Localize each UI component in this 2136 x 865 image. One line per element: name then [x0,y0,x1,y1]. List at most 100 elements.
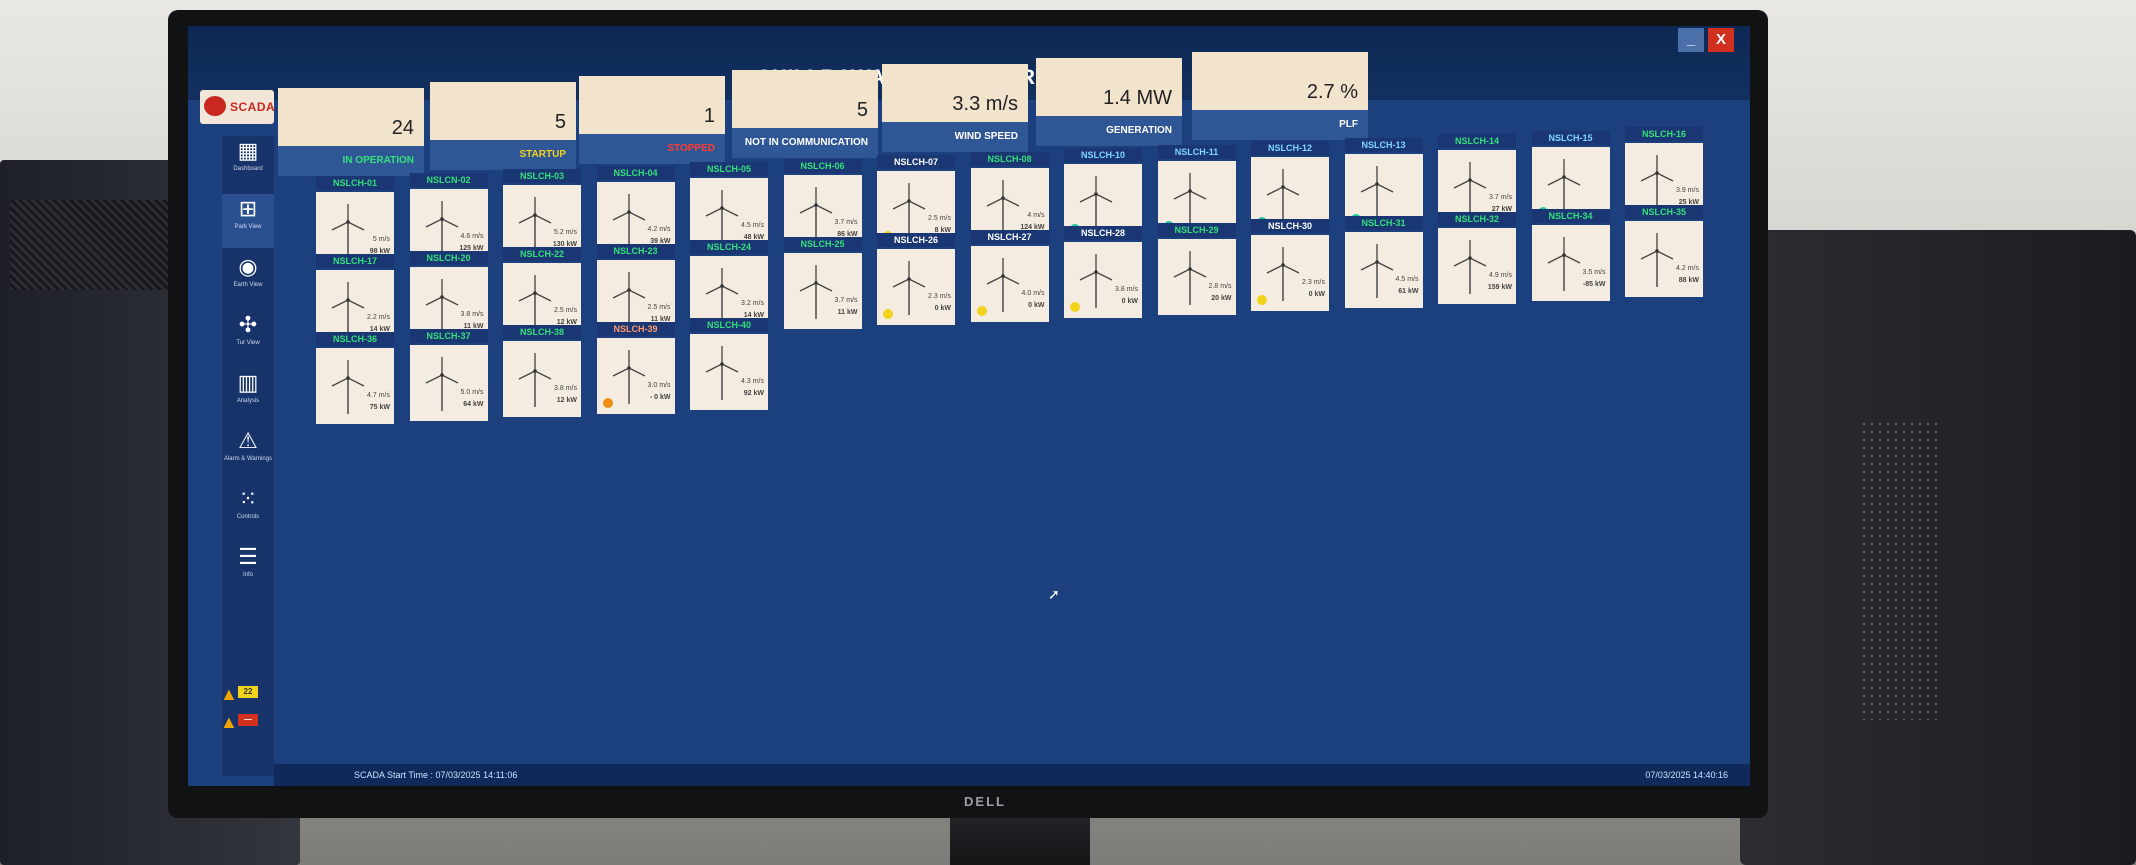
turbine-tile-nslch-26[interactable]: NSLCH-26 2.3 m/s 0 kW [877,233,955,325]
sidebar-item-label: Alarm & Warnings [223,456,273,462]
turbine-body: 2.8 m/s 20 kW [1157,238,1236,315]
sidebar-item-park-view[interactable]: ⊞ Park View [222,194,274,248]
logo-mark-icon [204,96,226,116]
turbine-tile-nslch-35[interactable]: NSLCH-35 4.2 m/s 88 kW [1625,205,1703,297]
summary-value-box: 3.3 m/s [882,64,1028,122]
turbine-wind-speed: 5.0 m/s [460,388,484,396]
turbine-status-dot [1070,302,1080,312]
wind-turbine-icon [1544,235,1584,291]
wind-turbine-icon [1450,238,1490,294]
turbine-tile-nslch-37[interactable]: NSLCH-37 5.0 m/s 64 kW [409,328,488,421]
summary-label: GENERATION [1036,116,1182,146]
wind-turbine-icon [889,181,929,237]
wind-turbine-icon [983,178,1023,234]
turbine-name: NSLCH-12 [1251,141,1329,155]
turbine-name: NSLCH-25 [783,236,862,251]
turbine-power: 64 kW [463,400,484,408]
alarm-warning-icon[interactable]: ▲ [220,684,238,705]
turbine-tile-nslch-34[interactable]: NSLCH-34 3.5 m/s -85 kW [1531,208,1610,301]
turbine-wind-speed: 3.7 m/s [1489,194,1512,201]
sidebar-item-tur-view[interactable]: ✣ Tur View [222,310,274,364]
turbine-name: NSLCH-16 [1625,127,1703,141]
turbine-name: NSLCH-15 [1531,130,1610,145]
turbine-tile-nslch-36[interactable]: NSLCH-36 4.7 m/s 75 kW [316,332,394,424]
right-pc-case [1740,230,2136,865]
turbine-power: 88 kW [1678,277,1699,284]
turbine-name: NSLCN-02 [409,172,488,187]
close-button[interactable]: X [1708,28,1734,52]
turbine-tile-nslch-27[interactable]: NSLCH-27 4.0 m/s 0 kW [970,229,1049,322]
wind-turbine-icon [702,344,742,400]
turbine-name: NSLCH-11 [1157,144,1236,159]
turbine-body: 3.8 m/s 0 kW [1064,242,1142,318]
sidebar-item-label: Info [242,572,253,578]
scada-start-time: SCADA Start Time : 07/03/2025 14:11:06 [354,770,518,780]
turbine-name: NSLCH-20 [409,250,488,265]
summary-card-stopped: 1 STOPPED [579,76,725,176]
turbine-status-dot [1257,295,1267,305]
turbine-name: NSLCH-39 [596,321,675,336]
turbine-power: 12 kW [556,397,577,404]
wind-turbine-icon [1076,174,1116,230]
turbine-name: NSLCH-08 [970,151,1049,166]
turbine-power: 0 kW [1121,298,1138,305]
sidebar-item-analysis[interactable]: ▥ Analysis [222,368,274,422]
turbine-wind-speed: 3.8 m/s [1115,286,1138,293]
turbine-tile-nslch-29[interactable]: NSLCH-29 2.8 m/s 20 kW [1157,222,1236,315]
wind-turbine-icon [1263,167,1303,223]
wind-turbine-icon [796,263,836,319]
sidebar-item-info[interactable]: ☰ Info [222,542,274,596]
turbine-tile-nslch-25[interactable]: NSLCH-25 3.7 m/s 11 kW [783,236,862,329]
turbine-name: NSLCH-22 [503,247,581,261]
minimize-button[interactable]: _ [1678,28,1704,52]
status-bar: SCADA Start Time : 07/03/2025 14:11:06 0… [274,764,1750,786]
wind-turbine-icon [609,270,649,326]
turbine-name: NSLCH-37 [409,328,488,343]
turbine-wind-speed: 3.7 m/s [834,296,858,304]
turbine-body: 4.2 m/s 88 kW [1625,221,1703,297]
turbine-body: 4.0 m/s 0 kW [970,245,1049,322]
turbine-tile-nslch-32[interactable]: NSLCH-32 4.9 m/s 159 kW [1438,212,1516,304]
sidebar-item-earth-view[interactable]: ◉ Earth View [222,252,274,306]
sidebar-item-alarm-warnings[interactable]: ⚠ Alarm & Warnings [222,426,274,480]
summary-value-box: 5 [732,70,878,128]
turbine-wind-speed: 4.0 m/s [1021,289,1045,297]
turbine-power: 92 kW [743,390,764,397]
wind-turbine-icon [515,195,555,251]
turbine-name: NSLCH-31 [1344,215,1423,230]
turbine-name: NSLCH-40 [690,318,768,332]
alarm-warning-icon[interactable]: ▲ [220,712,238,733]
wind-turbine-icon [1637,231,1677,287]
summary-label: IN OPERATION [278,146,424,176]
turbine-tile-nslch-31[interactable]: NSLCH-31 4.5 m/s 61 kW [1344,215,1423,308]
menu-icon: ☰ [238,544,258,569]
current-datetime: 07/03/2025 14:40:16 [1645,770,1728,780]
turbine-tile-nslch-40[interactable]: NSLCH-40 4.3 m/s 92 kW [690,318,768,410]
turbine-tile-nslch-38[interactable]: NSLCH-38 3.8 m/s 12 kW [503,325,581,417]
monitor-brand: DELL [964,794,1006,809]
wind-turbine-icon [796,185,836,241]
keypad-icon: ⁙ [238,486,258,511]
turbine-tile-nslch-39[interactable]: NSLCH-39 3.0 m/s - 0 kW [596,321,675,414]
sidebar-item-label: Earth View [233,282,263,288]
turbine-tile-nslch-30[interactable]: NSLCH-30 2.3 m/s 0 kW [1251,219,1329,311]
turbine-power: 0 kW [934,305,951,312]
summary-value: 1.4 MW [1103,87,1172,109]
turbine-power: 11 kW [837,308,858,316]
right-pc-vents [1860,420,1940,720]
summary-value: 24 [391,117,414,139]
summary-label: WIND SPEED [882,122,1028,152]
turbine-name: NSLCH-07 [877,155,955,169]
sidebar-item-label: Dashboard [233,166,263,172]
sidebar-item-label: Park View [234,224,262,230]
summary-value: 1 [703,105,715,127]
turbine-name: NSLCH-27 [970,229,1049,244]
sidebar-item-dashboard[interactable]: ▦ Dashboard [222,136,274,190]
sidebar-item-label: Analysis [236,398,260,404]
turbine-name: NSLCH-05 [690,162,768,176]
turbine-name: NSLCH-04 [596,165,675,180]
sidebar-item-controls[interactable]: ⁙ Controls [222,484,274,538]
turbine-wind-speed: 3.8 m/s [460,310,484,318]
turbine-tile-nslch-28[interactable]: NSLCH-28 3.8 m/s 0 kW [1064,226,1142,318]
wind-turbine-icon [515,351,555,407]
